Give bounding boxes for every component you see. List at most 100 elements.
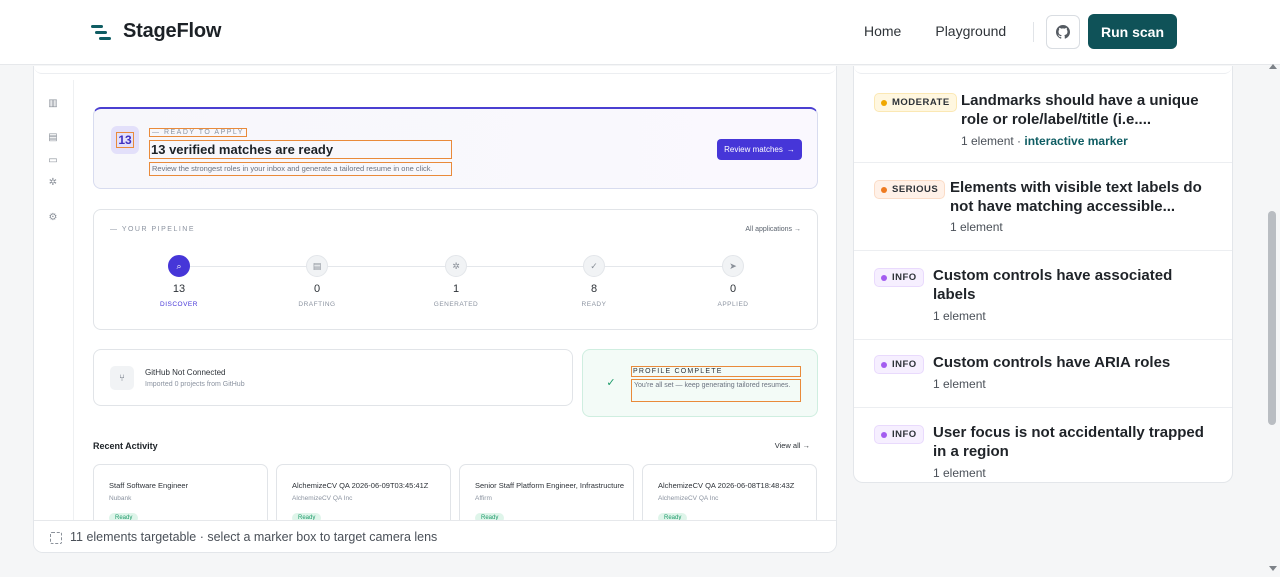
stage-applied[interactable]: ➤ 0 APPLIED [698,255,768,308]
document-icon: ▤ [306,255,328,277]
recent-card-title: AlchemizeCV QA 2026-06-09T03:45:41Z [292,481,429,490]
brand-name: StageFlow [123,20,222,42]
issue-row[interactable]: INFO User focus is not accidentally trap… [854,408,1232,482]
issue-row[interactable]: SERIOUS Elements with visible text label… [854,163,1232,251]
recent-activity-heading: Recent Activity [93,441,158,451]
issue-meta: 1 element [933,466,986,480]
sparkle-icon[interactable]: ✲ [47,177,59,189]
sparkle-icon: ✲ [445,255,467,277]
send-icon: ➤ [722,255,744,277]
severity-dot-icon [881,274,887,281]
stage-count: 8 [590,283,598,295]
severity-dot-icon [881,361,887,368]
interactive-marker-link[interactable]: interactive marker [1024,134,1127,148]
severity-badge: SERIOUS [874,180,946,199]
recent-card-company: Nubank [109,495,132,502]
app-preview-panel: ▥ ▤ ▭ ✲ ⚙ 13 — READY TO APPLY 13 verifie… [33,66,837,553]
hero-title[interactable]: 13 verified matches are ready [149,140,452,159]
review-matches-label: Review matches [724,145,783,154]
profile-card-title[interactable]: PROFILE COMPLETE [631,366,801,377]
view-all-link[interactable]: View all → [775,441,810,450]
recent-card-title: Staff Software Engineer [109,481,189,490]
severity-label: INFO [892,429,917,440]
severity-dot-icon [881,186,887,193]
document-icon[interactable]: ▤ [47,132,59,144]
hero-subtitle[interactable]: Review the strongest roles in your inbox… [149,162,452,176]
git-branch-icon: ⑂ [110,366,134,390]
severity-label: SERIOUS [892,184,939,195]
issue-meta: 1 element [933,377,986,391]
page-scrollbar-thumb[interactable] [1268,211,1276,425]
stage-count: 0 [729,283,737,295]
folder-icon[interactable]: ▭ [47,155,59,167]
recent-card-title: Senior Staff Platform Engineer, Infrastr… [475,481,625,490]
stage-discover[interactable]: ⌕ 13 DISCOVER [144,255,214,308]
stage-count: 1 [452,283,460,295]
stage-drafting[interactable]: ▤ 0 DRAFTING [282,255,352,308]
review-matches-button[interactable]: Review matches → [717,139,802,160]
search-icon: ⌕ [168,255,190,277]
scroll-down-icon[interactable] [1269,566,1277,571]
recent-card-title: AlchemizeCV QA 2026-06-08T18:48:43Z [658,481,795,490]
stage-generated[interactable]: ✲ 1 GENERATED [421,255,491,308]
severity-label: MODERATE [892,97,950,108]
nav-links: Home Playground [864,23,1040,39]
issue-title: Custom controls have associated labels [933,267,1173,303]
stage-label: APPLIED [717,301,749,308]
profile-card-subtitle[interactable]: You're all set — keep generating tailore… [631,379,801,402]
hero-eyebrow[interactable]: — READY TO APPLY [149,128,247,137]
all-applications-link[interactable]: All applications → [745,226,801,233]
severity-dot-icon [881,99,887,106]
issue-meta: 1 element [933,309,986,323]
accessibility-issues-panel: MODERATE Landmarks should have a unique … [853,66,1233,483]
side-rail: ▥ ▤ ▭ ✲ ⚙ [34,80,74,520]
nav-link-home[interactable]: Home [864,23,901,39]
github-status-card[interactable]: ⑂ GitHub Not Connected Imported 0 projec… [93,349,573,406]
issue-row[interactable]: INFO Custom controls have associated lab… [854,251,1232,340]
stage-label: DRAFTING [298,301,336,308]
github-card-subtitle: Imported 0 projects from GitHub [145,381,245,388]
nav-divider [1033,22,1034,42]
severity-dot-icon [881,431,887,438]
view-all-label: View all [774,441,801,450]
pipeline-card: — YOUR PIPELINE All applications → ⌕ 13 … [93,209,818,330]
building-icon[interactable]: ▥ [47,98,59,110]
stage-count: 0 [313,283,321,295]
severity-badge: INFO [874,425,924,444]
pipeline-eyebrow: — YOUR PIPELINE [110,226,196,233]
github-button[interactable] [1046,15,1080,49]
stage-label: READY [581,301,607,308]
logo-icon [91,22,111,42]
issue-meta: 1 element · interactive marker [961,134,1128,148]
github-card-title: GitHub Not Connected [145,368,226,377]
arrow-right-icon: → [802,441,811,450]
scroll-up-icon[interactable] [1269,64,1277,69]
stage-label: GENERATED [433,301,479,308]
issue-row[interactable]: MODERATE Landmarks should have a unique … [854,74,1232,163]
ready-to-apply-hero: 13 — READY TO APPLY 13 verified matches … [93,107,818,189]
issue-title: Elements with visible text labels do not… [950,179,1202,215]
nav-link-playground[interactable]: Playground [935,23,1006,39]
issue-row[interactable]: INFO Custom controls have ARIA roles 1 e… [854,340,1232,408]
match-count-badge: 13 [111,126,139,154]
issue-element-count: 1 element · [961,134,1025,148]
targeting-status-text: 11 elements targetable · select a marker… [70,530,438,544]
stage-ready[interactable]: ✓ 8 READY [559,255,629,308]
run-scan-button[interactable]: Run scan [1088,14,1177,49]
focus-target-icon [50,532,62,544]
recent-card-company: Affirm [475,495,492,502]
arrow-right-icon: → [786,145,795,154]
brand[interactable]: StageFlow [91,20,221,43]
profile-complete-card: ✓ PROFILE COMPLETE You're all set — keep… [582,349,818,417]
issue-title: Custom controls have ARIA roles [933,354,1171,371]
severity-badge: INFO [874,355,924,374]
stage-label: DISCOVER [160,301,198,308]
match-count[interactable]: 13 [116,132,134,148]
targeting-status-bar: 11 elements targetable · select a marker… [34,520,836,552]
preview-top-edge [34,66,836,74]
recent-card-company: AlchemizeCV QA Inc [658,495,719,502]
recent-card-company: AlchemizeCV QA Inc [292,495,353,502]
check-circle-icon: ✓ [583,255,605,277]
gear-icon[interactable]: ⚙ [47,212,59,224]
severity-badge: MODERATE [874,93,957,112]
